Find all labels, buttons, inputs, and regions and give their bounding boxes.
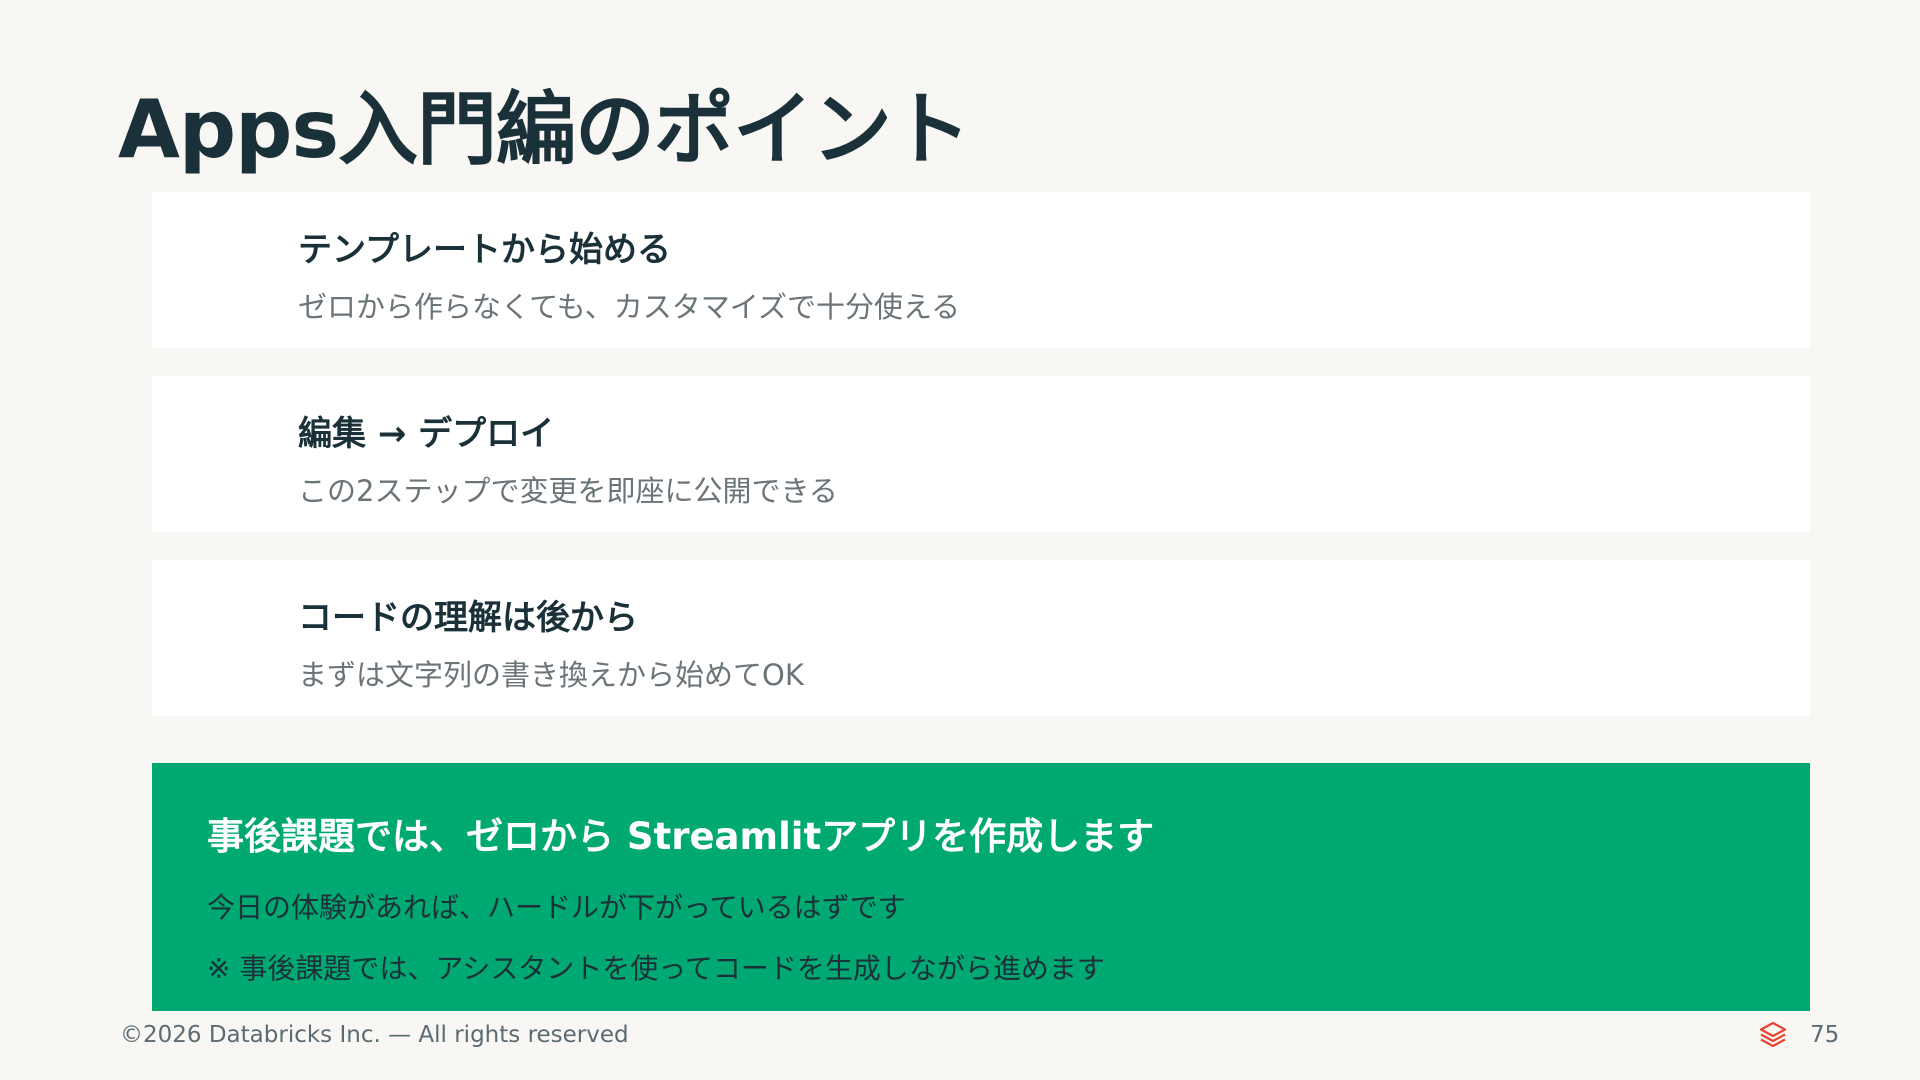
point-card-1: テンプレートから始める ゼロから作らなくても、カスタマイズで十分使える bbox=[152, 192, 1810, 348]
slide: Apps入門編のポイント テンプレートから始める ゼロから作らなくても、カスタマ… bbox=[0, 0, 1920, 1080]
point-card-3: コードの理解は後から まずは文字列の書き換えから始めてOK bbox=[152, 560, 1810, 716]
callout-note: ※ 事後課題では、アシスタントを使ってコードを生成しながら進めます bbox=[207, 952, 1105, 985]
homework-callout: 事後課題では、ゼロから Streamlitアプリを作成します 今日の体験があれば… bbox=[152, 763, 1810, 1011]
point-card-description: この2ステップで変更を即座に公開できる bbox=[298, 474, 838, 508]
point-card-description: ゼロから作らなくても、カスタマイズで十分使える bbox=[298, 290, 961, 324]
point-card-2: 編集 → デプロイ この2ステップで変更を即座に公開できる bbox=[152, 376, 1810, 532]
databricks-logo-icon bbox=[1759, 1021, 1787, 1048]
point-card-heading: テンプレートから始める bbox=[298, 230, 671, 270]
callout-line: 今日の体験があれば、ハードルが下がっているはずです bbox=[207, 891, 906, 924]
page-number: 75 bbox=[1810, 1022, 1840, 1048]
point-card-description: まずは文字列の書き換えから始めてOK bbox=[298, 658, 804, 692]
point-card-heading: 編集 → デプロイ bbox=[298, 414, 555, 454]
point-card-heading: コードの理解は後から bbox=[298, 598, 638, 638]
slide-title: Apps入門編のポイント bbox=[118, 83, 971, 176]
footer-copyright: ©2026 Databricks Inc. — All rights reser… bbox=[120, 1022, 629, 1048]
callout-heading: 事後課題では、ゼロから Streamlitアプリを作成します bbox=[207, 815, 1155, 858]
